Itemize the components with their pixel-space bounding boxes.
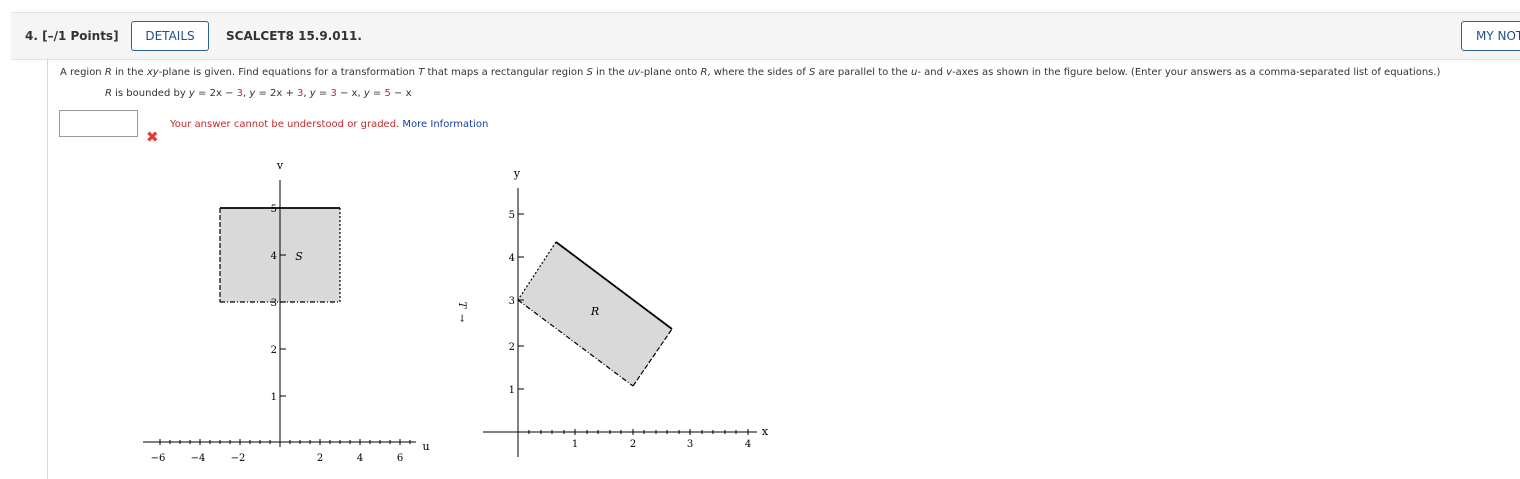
transform-label: T: [456, 302, 467, 310]
u-tick-label: 6: [397, 453, 403, 464]
x-tick-label: 1: [572, 439, 578, 450]
x-tick-label: 3: [687, 439, 693, 450]
u-axis-label: u: [422, 440, 429, 453]
region-r-label: R: [590, 305, 599, 318]
x-tick-label: 2: [630, 439, 636, 450]
u-tick-label: 4: [357, 453, 363, 464]
transform-arrow: T →: [456, 302, 467, 323]
region-s-label: S: [295, 250, 303, 263]
u-tick-label: −6: [151, 453, 166, 464]
arrow-right-icon: →: [456, 314, 467, 323]
v-tick-label: 2: [271, 345, 277, 356]
u-tick-label: −4: [191, 453, 206, 464]
y-tick-label: 2: [509, 342, 515, 353]
y-axis-label: y: [513, 167, 521, 180]
v-axis-label: v: [276, 159, 284, 172]
xy-plot: 1 2 3 4 1 2 3 4 5 y x R: [483, 167, 769, 457]
y-tick-label: 4: [509, 253, 515, 264]
v-tick-label: 4: [271, 251, 277, 262]
y-tick-label: 1: [509, 385, 515, 396]
u-tick-label: −2: [231, 453, 246, 464]
uv-plot: −6 −4 −2 2 4 6 1 2 3 4 5 v u S: [143, 159, 430, 464]
figure: −6 −4 −2 2 4 6 1 2 3 4 5 v u S T → 1 2 3…: [143, 159, 769, 464]
x-tick-label: 4: [745, 439, 751, 450]
v-tick-label: 1: [271, 392, 277, 403]
v-tick-label: 5: [271, 204, 277, 215]
y-tick-label: 5: [509, 210, 515, 221]
x-axis-label: x: [762, 425, 769, 438]
v-tick-label: 3: [271, 298, 277, 309]
y-tick-label: 3: [509, 296, 515, 307]
u-tick-label: 2: [317, 453, 323, 464]
